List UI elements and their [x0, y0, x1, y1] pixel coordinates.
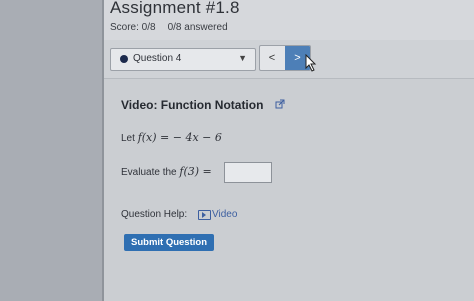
assignment-title: Assignment #1.8: [110, 0, 240, 17]
question-help-label: Question Help:: [121, 209, 188, 220]
answer-input[interactable]: [224, 162, 272, 183]
prev-question-button[interactable]: <: [260, 46, 284, 70]
evaluate-prefix: Evaluate the: [121, 167, 177, 178]
score-line: Score: 0/8 0/8 answered: [110, 22, 240, 33]
question-dropdown-label: Question 4: [133, 53, 182, 64]
function-definition: Let f(x) = − 4x − 6: [121, 131, 222, 144]
video-title: Video: Function Notation: [121, 98, 264, 112]
evaluate-prompt: Evaluate the f(3) =: [121, 165, 212, 178]
question-content-area: [104, 79, 474, 301]
answered-text: 0/8 answered: [167, 22, 228, 33]
video-help-link[interactable]: Video: [212, 209, 237, 220]
status-dot-icon: [120, 55, 128, 63]
mouse-cursor-icon: [305, 54, 317, 72]
evaluate-expression: f(3) =: [179, 165, 212, 178]
external-link-icon[interactable]: [275, 99, 285, 109]
let-prefix: Let: [121, 133, 135, 144]
sidebar-panel: [0, 0, 102, 301]
caret-down-icon: ▼: [238, 53, 247, 63]
video-icon: [198, 210, 211, 220]
score-text: Score: 0/8: [110, 22, 156, 33]
function-expression: f(x) = − 4x − 6: [137, 131, 222, 144]
question-dropdown[interactable]: Question 4 ▼: [110, 48, 256, 71]
submit-question-button[interactable]: Submit Question: [124, 234, 214, 251]
